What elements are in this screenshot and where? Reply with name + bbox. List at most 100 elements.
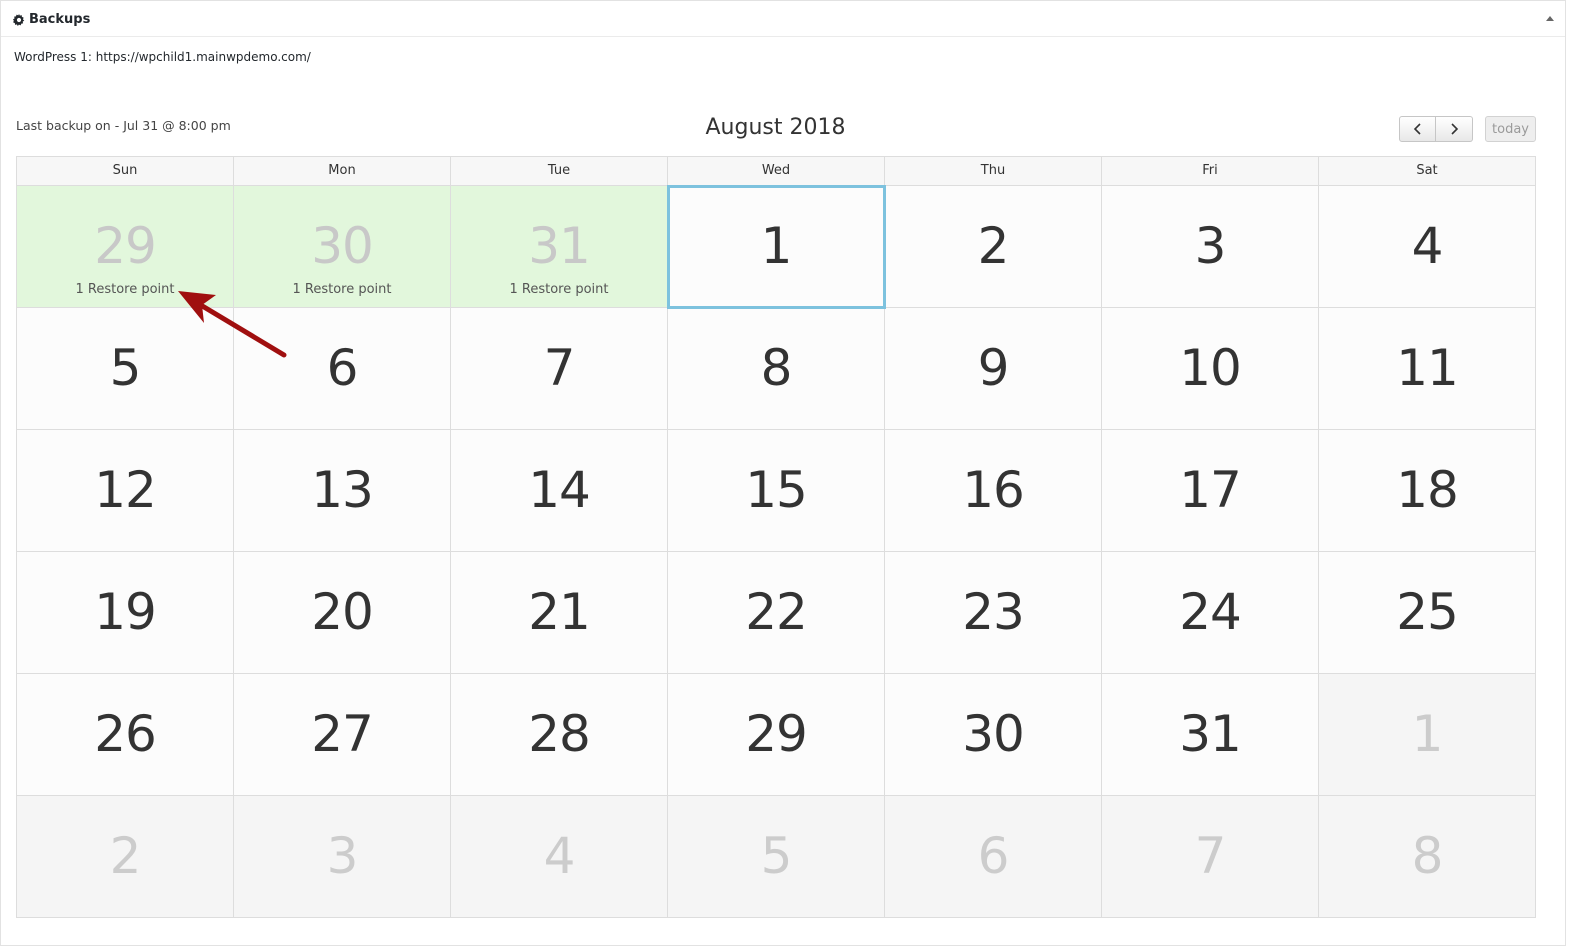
calendar-day[interactable]: 3 — [234, 796, 451, 918]
month-nav — [1399, 116, 1473, 142]
calendar-day[interactable]: 20 — [234, 552, 451, 674]
calendar-day[interactable]: 29 — [668, 674, 885, 796]
day-number: 2 — [109, 827, 142, 885]
calendar-day[interactable]: 28 — [451, 674, 668, 796]
panel-title: Backups — [13, 12, 90, 27]
day-number: 1 — [1411, 705, 1444, 763]
day-number: 12 — [94, 461, 157, 519]
calendar-day[interactable]: 18 — [1319, 430, 1536, 552]
day-number: 6 — [977, 827, 1010, 885]
chevron-left-icon — [1413, 123, 1421, 135]
calendar-day[interactable]: 3 — [1102, 186, 1319, 308]
calendar-day[interactable]: 19 — [17, 552, 234, 674]
calendar-day[interactable]: 9 — [885, 308, 1102, 430]
calendar-day[interactable]: 13 — [234, 430, 451, 552]
calendar-day[interactable]: 14 — [451, 430, 668, 552]
day-number: 14 — [528, 461, 591, 519]
restore-point-link[interactable]: 1 Restore point — [451, 282, 667, 297]
day-number: 31 — [1179, 705, 1242, 763]
calendar-day[interactable]: 12 — [17, 430, 234, 552]
day-number: 28 — [528, 705, 591, 763]
calendar-day[interactable]: 5 — [668, 796, 885, 918]
day-number: 3 — [326, 827, 359, 885]
calendar-day[interactable]: 25 — [1319, 552, 1536, 674]
day-number: 16 — [962, 461, 1025, 519]
calendar-day-today[interactable]: 1 — [667, 185, 886, 309]
backups-panel: Backups WordPress 1: https://wpchild1.ma… — [0, 0, 1566, 946]
day-number: 19 — [94, 583, 157, 641]
pointer-arrow-icon — [178, 291, 287, 358]
calendar-week: 19 20 21 22 23 24 25 — [17, 552, 1536, 674]
calendar-day[interactable]: 6 — [885, 796, 1102, 918]
calendar-day[interactable]: 8 — [668, 308, 885, 430]
dow-header: Wed — [668, 157, 885, 186]
day-of-week-header: Sun Mon Tue Wed Thu Fri Sat — [17, 157, 1536, 186]
calendar-day[interactable]: 11 — [1319, 308, 1536, 430]
month-title: August 2018 — [705, 115, 846, 140]
panel-header[interactable]: Backups — [1, 1, 1565, 37]
day-number: 2 — [977, 217, 1010, 275]
dow-header: Mon — [234, 157, 451, 186]
day-number: 8 — [1411, 827, 1444, 885]
day-number: 11 — [1396, 339, 1459, 397]
calendar-day[interactable]: 22 — [668, 552, 885, 674]
calendar-day[interactable]: 16 — [885, 430, 1102, 552]
calendar-grid: Sun Mon Tue Wed Thu Fri Sat 29 1 Restore … — [16, 156, 1536, 918]
dow-header: Fri — [1102, 157, 1319, 186]
calendar-day[interactable]: 27 — [234, 674, 451, 796]
calendar-day[interactable]: 17 — [1102, 430, 1319, 552]
calendar-week: 26 27 28 29 30 31 1 — [17, 674, 1536, 796]
gear-icon — [13, 13, 25, 26]
day-number: 4 — [1411, 217, 1444, 275]
day-number: 22 — [745, 583, 808, 641]
calendar-day[interactable]: 8 — [1319, 796, 1536, 918]
day-number: 15 — [745, 461, 808, 519]
day-number: 24 — [1179, 583, 1242, 641]
calendar-week: 12 13 14 15 16 17 18 — [17, 430, 1536, 552]
day-number: 4 — [543, 827, 576, 885]
day-number: 29 — [94, 217, 157, 275]
day-number: 17 — [1179, 461, 1242, 519]
day-number: 27 — [311, 705, 374, 763]
calendar-day[interactable]: 24 — [1102, 552, 1319, 674]
day-number: 9 — [977, 339, 1010, 397]
day-number: 29 — [745, 705, 808, 763]
chevron-right-icon — [1451, 123, 1459, 135]
panel-title-text: Backups — [29, 12, 91, 27]
calendar-day[interactable]: 4 — [451, 796, 668, 918]
day-number: 7 — [543, 339, 576, 397]
calendar-day[interactable]: 15 — [668, 430, 885, 552]
day-number: 20 — [311, 583, 374, 641]
dow-header: Sat — [1319, 157, 1536, 186]
day-number: 5 — [760, 827, 793, 885]
dow-header: Sun — [17, 157, 234, 186]
calendar-day[interactable]: 10 — [1102, 308, 1319, 430]
next-month-button[interactable] — [1436, 116, 1473, 142]
calendar-day[interactable]: 30 — [885, 674, 1102, 796]
calendar-day[interactable]: 2 — [17, 796, 234, 918]
calendar-day[interactable]: 7 — [451, 308, 668, 430]
triangle-up-icon[interactable] — [1545, 14, 1555, 24]
calendar-day[interactable]: 4 — [1319, 186, 1536, 308]
calendar-day[interactable]: 31 1 Restore point — [451, 186, 668, 308]
day-number: 3 — [1194, 217, 1227, 275]
calendar-day[interactable]: 31 — [1102, 674, 1319, 796]
day-number: 31 — [528, 217, 591, 275]
day-number: 8 — [760, 339, 793, 397]
day-number: 23 — [962, 583, 1025, 641]
calendar-day[interactable]: 1 — [1319, 674, 1536, 796]
day-number: 10 — [1179, 339, 1242, 397]
today-button[interactable]: today — [1485, 116, 1536, 142]
calendar-day[interactable]: 23 — [885, 552, 1102, 674]
calendar-day[interactable]: 7 — [1102, 796, 1319, 918]
calendar-day[interactable]: 26 — [17, 674, 234, 796]
day-number: 30 — [311, 217, 374, 275]
day-number: 30 — [962, 705, 1025, 763]
last-backup-text: Last backup on - Jul 31 @ 8:00 pm — [16, 118, 231, 133]
calendar-day[interactable]: 2 — [885, 186, 1102, 308]
day-number: 7 — [1194, 827, 1227, 885]
calendar-day[interactable]: 21 — [451, 552, 668, 674]
prev-month-button[interactable] — [1399, 116, 1436, 142]
calendar-week: 2 3 4 5 6 7 8 — [17, 796, 1536, 918]
day-number: 13 — [311, 461, 374, 519]
